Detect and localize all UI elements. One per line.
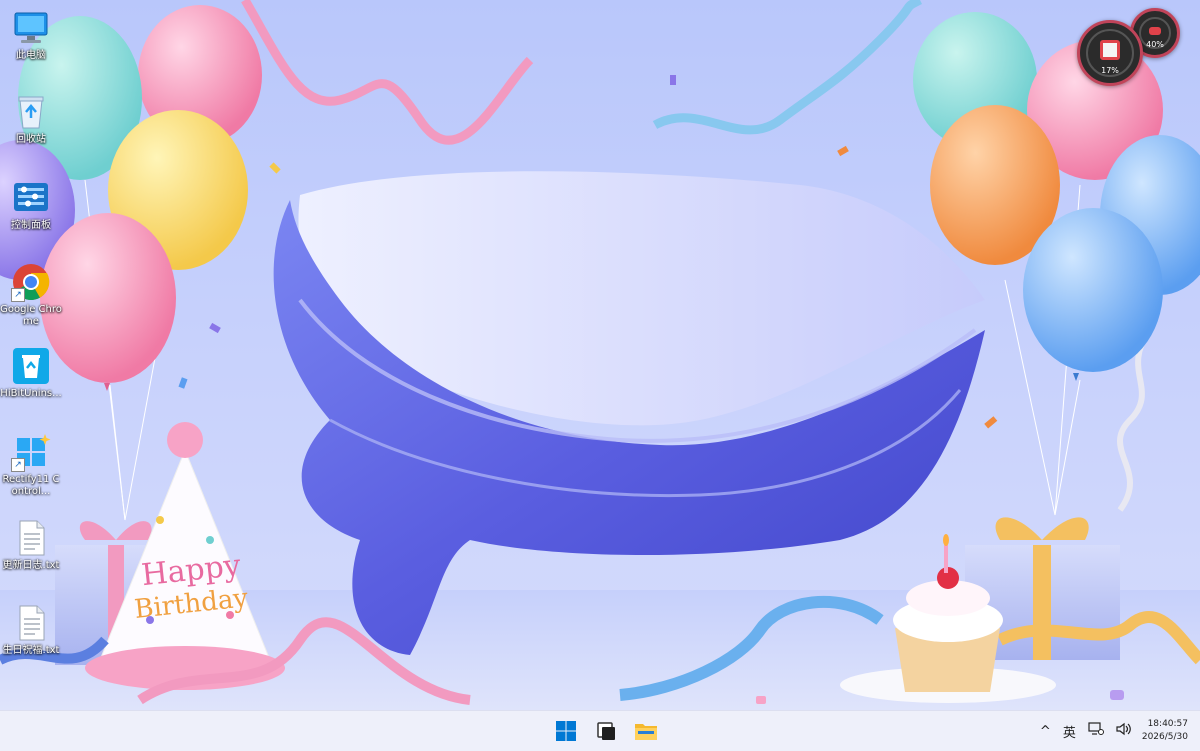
text-file-icon bbox=[11, 603, 51, 643]
desktop-icon-control-panel[interactable]: 控制面板 bbox=[0, 178, 62, 232]
desktop-icon-hibit-uninstaller[interactable]: HiBitUnins... bbox=[0, 346, 62, 400]
file-explorer-button[interactable] bbox=[630, 715, 662, 747]
taskbar-clock[interactable]: 18:40:57 2026/5/30 bbox=[1142, 718, 1188, 744]
task-view-icon bbox=[597, 722, 615, 740]
shortcut-arrow-icon: ↗ bbox=[11, 288, 25, 302]
desktop-icon-rectify11[interactable]: ↗ Rectify11 Control... bbox=[0, 432, 62, 498]
desktop-wallpaper: Happy Birthday bbox=[0, 0, 1200, 710]
taskbar: ^ 英 18:40:57 2026/5/30 bbox=[0, 710, 1200, 751]
input-method-indicator[interactable]: 英 bbox=[1063, 722, 1076, 741]
desktop-icon-label: 生日祝福.txt bbox=[2, 645, 60, 656]
windows-logo-icon bbox=[556, 721, 576, 741]
desktop-icon-label: 此电脑 bbox=[16, 50, 46, 61]
control-panel-icon bbox=[11, 178, 51, 218]
task-view-button[interactable] bbox=[590, 715, 622, 747]
desktop-icon-area: 此电脑 回收站 控制面板 ↗ Google Chrome HiBitUnins.… bbox=[0, 0, 62, 710]
computer-icon bbox=[11, 8, 51, 48]
taskbar-apps bbox=[550, 711, 662, 751]
text-file-icon bbox=[11, 518, 51, 558]
memory-icon bbox=[1149, 26, 1161, 35]
desktop-icon-label: Google Chrome bbox=[0, 304, 62, 327]
desktop-icon-label: 更新日志.txt bbox=[2, 560, 60, 571]
ribbon-pink-top bbox=[241, 0, 534, 145]
desktop-icon-recycle-bin[interactable]: 回收站 bbox=[0, 92, 62, 146]
desktop-icon-birthday-txt[interactable]: 生日祝福.txt bbox=[0, 603, 62, 657]
clock-time: 18:40:57 bbox=[1147, 719, 1188, 729]
volume-icon[interactable] bbox=[1116, 722, 1132, 740]
cpu-icon bbox=[1100, 40, 1120, 60]
gauge-widget-cpu[interactable]: 17% bbox=[1077, 20, 1143, 86]
shortcut-arrow-icon: ↗ bbox=[11, 458, 25, 472]
start-button[interactable] bbox=[550, 715, 582, 747]
hibit-uninstaller-icon bbox=[11, 346, 51, 386]
system-tray: ^ 英 18:40:57 2026/5/30 bbox=[1034, 711, 1200, 751]
clock-date: 2026/5/30 bbox=[1141, 732, 1188, 742]
folder-icon bbox=[635, 724, 657, 740]
desktop-icon-label: HiBitUnins... bbox=[0, 388, 62, 399]
folded-ribbon-shape bbox=[273, 171, 985, 655]
desktop-icon-label: Rectify11 Control... bbox=[2, 474, 60, 497]
desktop-icon-changelog-txt[interactable]: 更新日志.txt bbox=[0, 518, 62, 572]
desktop-icon-google-chrome[interactable]: ↗ Google Chrome bbox=[0, 262, 62, 328]
network-icon[interactable] bbox=[1088, 722, 1104, 740]
desktop-icon-this-pc[interactable]: 此电脑 bbox=[0, 8, 62, 62]
desktop-icon-label: 控制面板 bbox=[11, 220, 51, 231]
desktop-icon-label: 回收站 bbox=[16, 134, 46, 145]
rectify11-icon: ↗ bbox=[11, 432, 51, 472]
tray-overflow-chevron-icon[interactable]: ^ bbox=[1040, 724, 1051, 739]
recycle-bin-icon bbox=[11, 92, 51, 132]
chrome-icon: ↗ bbox=[11, 262, 51, 302]
balloons-right bbox=[913, 12, 1200, 516]
gauge-cpu-percent: 17% bbox=[1101, 66, 1119, 75]
ribbon-blue-top bbox=[652, 0, 923, 135]
